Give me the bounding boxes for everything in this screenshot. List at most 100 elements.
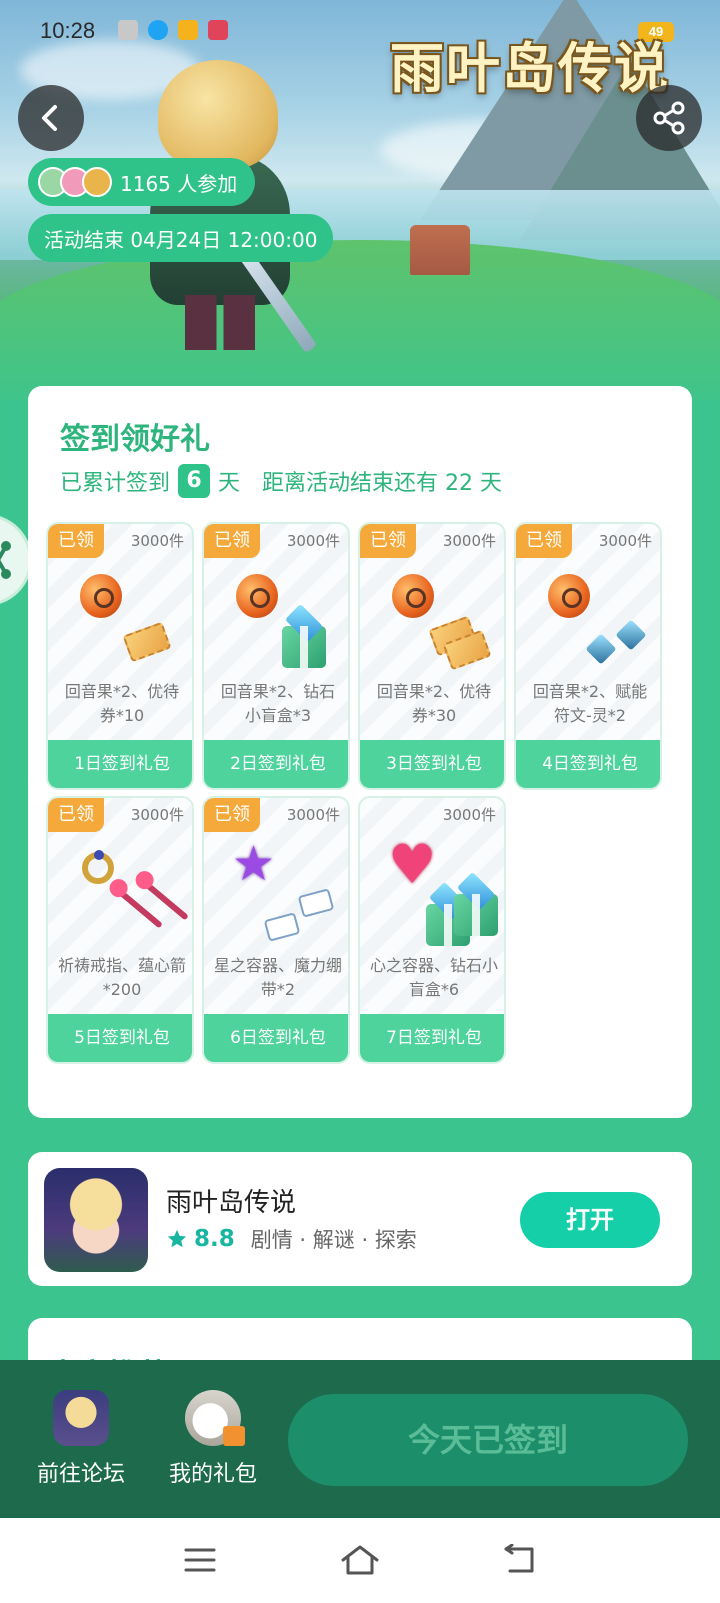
gift-quantity: 3000件 [130, 532, 184, 550]
gift-day-button[interactable]: 3日签到礼包 [360, 740, 504, 788]
signin-progress: 已累计签到 6 天 距离活动结束还有 22 天 [60, 464, 502, 498]
gift-day-button[interactable]: 6日签到礼包 [204, 1014, 348, 1062]
gift-icons: ♥ [360, 833, 504, 948]
app-icon[interactable] [44, 1168, 148, 1272]
forum-label: 前往论坛 [36, 1462, 125, 1487]
cumulative-label: 已累计签到 [60, 471, 171, 496]
my-gifts-label: 我的礼包 [168, 1462, 257, 1487]
heart-vessel-icon: ♥ [388, 833, 437, 896]
app-meta: 8.8 剧情 · 解谜 · 探索 [166, 1224, 417, 1254]
star-icon [167, 1229, 187, 1248]
diamond-box-icon [282, 626, 326, 668]
gift-description: 祈祷戒指、蕴心箭*200 [58, 956, 187, 999]
echo-fruit-icon [80, 574, 122, 618]
gift-icons [516, 564, 660, 674]
gift-icons [204, 564, 348, 674]
gift-day-button[interactable]: 5日签到礼包 [48, 1014, 192, 1062]
rune-icon [585, 633, 617, 665]
claimed-tag: 已领 [516, 524, 572, 558]
character-hair [158, 60, 278, 170]
gift-quantity: 3000件 [286, 532, 340, 550]
gift-day-button[interactable]: 1日签到礼包 [48, 740, 192, 788]
gift-bag-icon [185, 1390, 245, 1446]
coupon-icon [122, 621, 172, 663]
claimed-tag: 已领 [360, 524, 416, 558]
grass-field [0, 240, 720, 400]
participants-badge: 1165 人参加 [28, 158, 256, 206]
claimed-tag: 已领 [48, 798, 104, 832]
gift-quantity: 3000件 [442, 806, 496, 824]
claimed-tag: 已领 [48, 524, 104, 558]
gift-day-button[interactable]: 4日签到礼包 [516, 740, 660, 788]
event-end-badge: 活动结束 04月24日 12:00:00 [28, 214, 334, 262]
gift-icons [48, 564, 192, 674]
home-icon [341, 1545, 379, 1575]
participants-count: 1165 人参加 [120, 171, 238, 196]
forum-button[interactable]: 前往论坛 [26, 1390, 136, 1488]
app-rating: 8.8 [194, 1226, 235, 1252]
game-logo: 雨叶岛传说 [390, 36, 670, 100]
rune-icon [615, 619, 647, 651]
gift-card[interactable]: 已领 3000件 回音果*2、优待券*30 3日签到礼包 [358, 522, 506, 790]
gift-description: 回音果*2、优待券*10 [64, 682, 180, 725]
app-tags: 剧情 · 解谜 · 探索 [250, 1228, 417, 1252]
gift-description: 回音果*2、钻石小盲盒*3 [220, 682, 336, 725]
my-gifts-button[interactable]: 我的礼包 [158, 1390, 268, 1488]
gift-card[interactable]: 已领 3000件 回音果*2、优待券*10 1日签到礼包 [46, 522, 194, 790]
diamond-box-icon [454, 894, 498, 936]
qq-icon [148, 20, 168, 40]
home-button[interactable] [338, 1540, 382, 1580]
gift-day-button[interactable]: 7日签到礼包 [360, 1014, 504, 1062]
menu-button[interactable] [178, 1540, 222, 1580]
character-legs [185, 295, 255, 350]
avatar [82, 167, 112, 197]
claimed-tag: 已领 [204, 524, 260, 558]
gift-icons [360, 564, 504, 674]
gift-icons: ★ [204, 838, 348, 948]
status-time: 10:28 [40, 18, 96, 43]
chevron-left-icon [42, 105, 57, 131]
gift-quantity: 3000件 [286, 806, 340, 824]
gift-day-button[interactable]: 2日签到礼包 [204, 740, 348, 788]
echo-fruit-icon [548, 574, 590, 618]
gift-quantity: 3000件 [130, 806, 184, 824]
app-icon [178, 20, 198, 40]
share-icon [653, 101, 685, 135]
link-icon [0, 541, 11, 579]
castle-illustration [410, 225, 470, 275]
gift-card[interactable]: 已领 3000件 回音果*2、赋能符文-灵*2 4日签到礼包 [514, 522, 662, 790]
gift-description: 回音果*2、优待券*30 [376, 682, 492, 725]
bandage-icon [263, 912, 301, 942]
gift-icons [48, 838, 192, 948]
gift-card[interactable]: 3000件 ♥ 心之容器、钻石小盲盒*6 7日签到礼包 [358, 796, 506, 1064]
remaining-days: 距离活动结束还有 22 天 [262, 471, 503, 496]
gift-card[interactable]: 已领 3000件 ★ 星之容器、魔力绷带*2 6日签到礼包 [202, 796, 350, 1064]
app-name: 雨叶岛传说 [166, 1188, 297, 1218]
echo-fruit-icon [236, 574, 278, 618]
gift-quantity: 3000件 [598, 532, 652, 550]
share-button[interactable] [636, 85, 702, 151]
gift-description: 星之容器、魔力绷带*2 [214, 956, 343, 999]
back-button[interactable] [18, 85, 84, 151]
gift-card[interactable]: 已领 3000件 回音果*2、钻石小盲盒*3 2日签到礼包 [202, 522, 350, 790]
app-card[interactable]: 雨叶岛传说 8.8 剧情 · 解谜 · 探索 打开 [28, 1152, 692, 1286]
bottom-action-bar: 前往论坛 我的礼包 今天已签到 [0, 1360, 720, 1518]
menu-icon [184, 1548, 216, 1572]
open-app-button[interactable]: 打开 [520, 1192, 660, 1248]
gift-description: 回音果*2、赋能符文-灵*2 [532, 682, 648, 725]
gift-quantity: 3000件 [442, 532, 496, 550]
section-title: 签到领好礼 [60, 422, 210, 457]
app-icon [208, 20, 228, 40]
signed-today-button[interactable]: 今天已签到 [288, 1394, 688, 1486]
signin-card: 签到领好礼 已累计签到 6 天 距离活动结束还有 22 天 已领 3000件 回… [28, 386, 692, 1118]
system-nav-bar [0, 1518, 720, 1603]
gift-description: 心之容器、钻石小盲盒*6 [370, 956, 499, 999]
gift-card[interactable]: 已领 3000件 祈祷戒指、蕴心箭*200 5日签到礼包 [46, 796, 194, 1064]
participant-avatars [38, 167, 112, 197]
cumulative-days: 6 [178, 464, 211, 498]
notification-icons [118, 20, 228, 40]
forum-icon [53, 1390, 109, 1446]
nav-back-button[interactable] [498, 1540, 542, 1580]
cumulative-unit: 天 [218, 471, 241, 496]
back-icon [504, 1544, 534, 1573]
